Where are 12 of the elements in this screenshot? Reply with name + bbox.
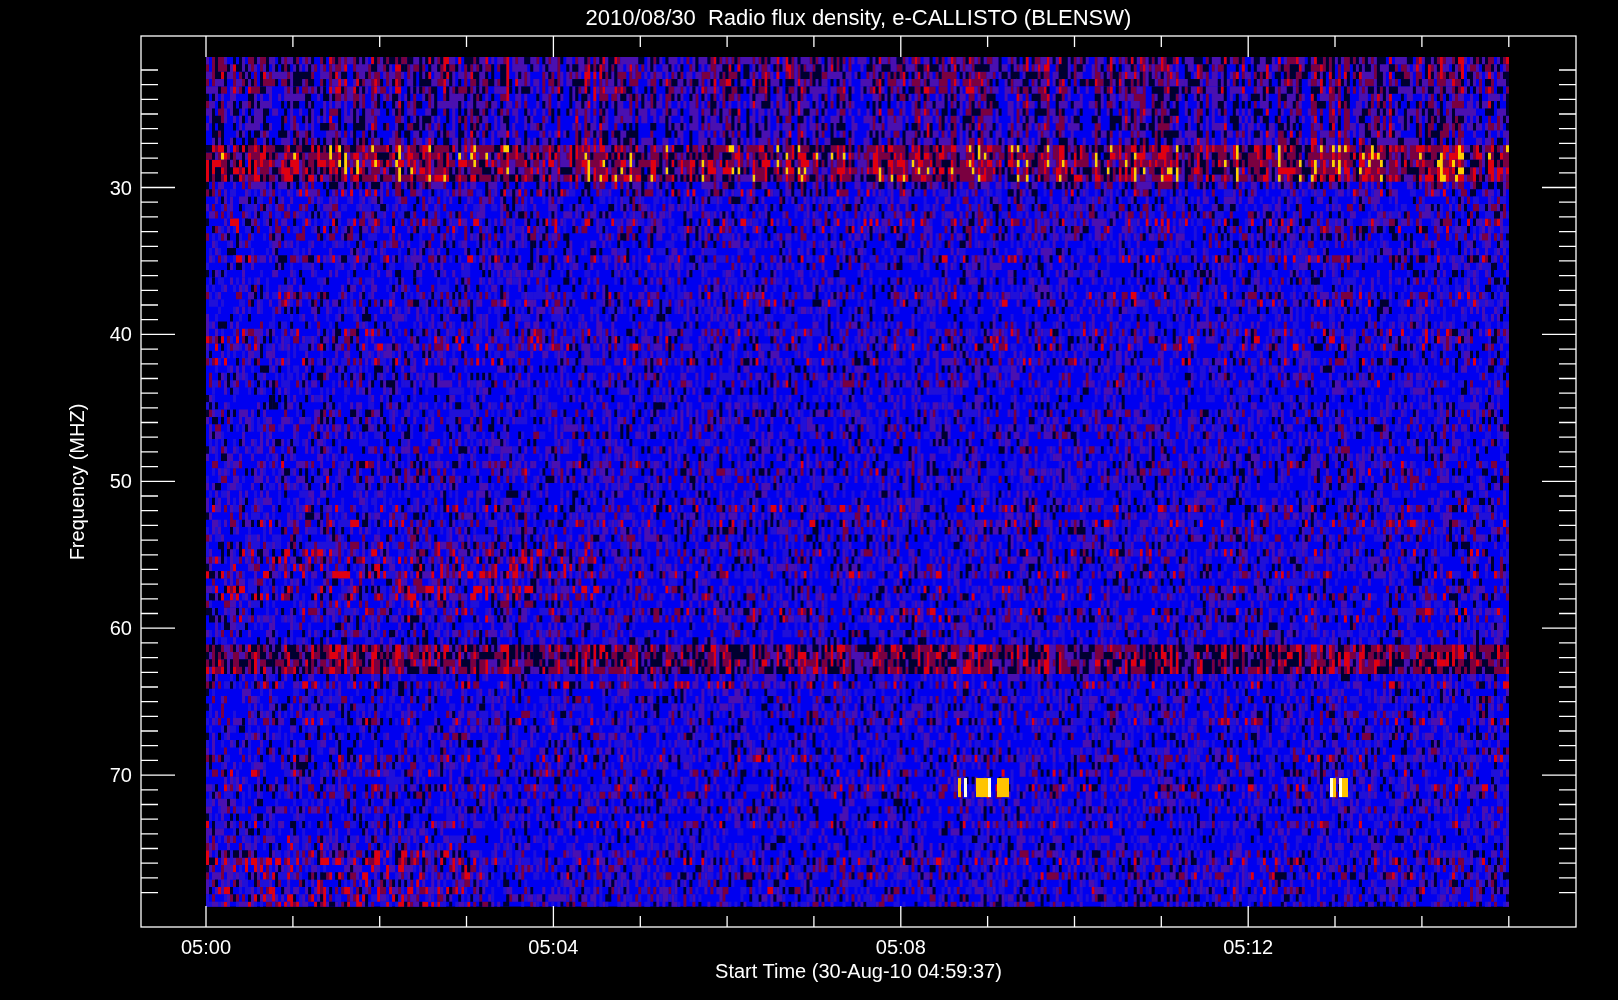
chart-title: 2010/08/30 Radio flux density, e-CALLISTO (BLENSW) bbox=[585, 5, 1132, 30]
x-tick-label: 05:00 bbox=[180, 936, 232, 958]
x-tick-label: 05:08 bbox=[875, 936, 926, 958]
y-tick-label: 40 bbox=[109, 323, 132, 346]
y-axis-title: Frequency (MHZ) bbox=[66, 403, 88, 561]
y-tick-label: 50 bbox=[109, 470, 132, 493]
x-tick-label: 05:04 bbox=[528, 936, 579, 958]
y-tick-label: 70 bbox=[109, 764, 132, 787]
y-tick-label: 60 bbox=[109, 617, 132, 640]
y-tick-label: 30 bbox=[109, 176, 132, 199]
x-axis-title: Start Time (30-Aug-10 04:59:37) bbox=[715, 960, 1002, 982]
x-tick-label: 05:12 bbox=[1223, 936, 1274, 958]
